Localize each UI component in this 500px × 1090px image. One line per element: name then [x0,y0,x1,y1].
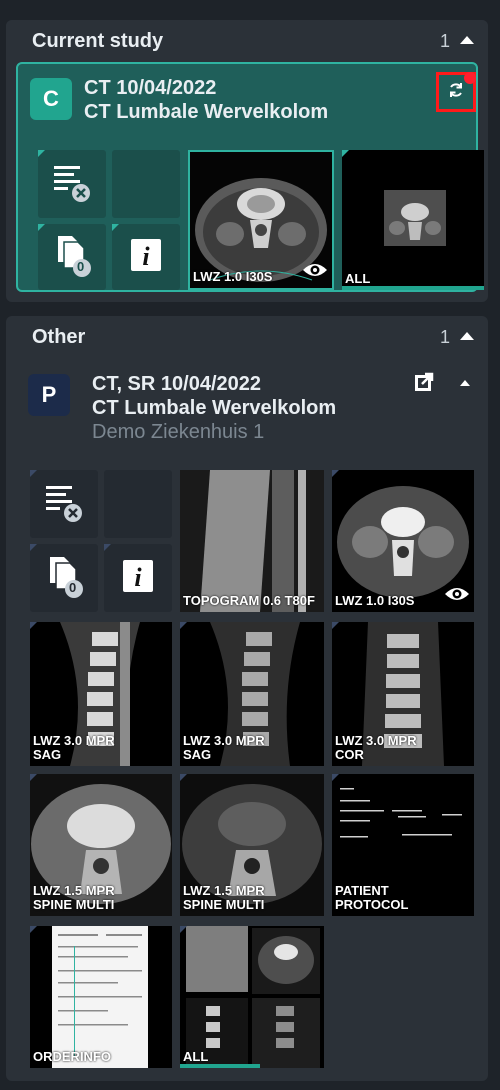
documents-icon: 0 [42,553,86,604]
documents-count: 0 [77,258,85,274]
series-thumbnail[interactable]: ORDERINFO [30,926,172,1068]
series-thumbnail[interactable]: LWZ 1.0 I30S [188,150,334,290]
eye-icon[interactable] [444,585,470,608]
series-thumbnail[interactable]: ALL [342,150,484,290]
study-avatar: C [30,78,72,120]
notification-dot [464,72,476,84]
empty-tile [112,150,180,218]
svg-text:i: i [142,242,150,271]
ct-all-image [342,150,484,290]
series-label: ALL [345,271,371,286]
documents-tile[interactable]: 0 [38,224,106,290]
report-tile[interactable] [30,470,98,538]
series-label: LWZ 1.5 MPR SPINE MULTI [183,883,265,912]
series-label: ORDERINFO [33,1049,111,1064]
info-tile[interactable]: i [104,544,172,612]
external-link-icon[interactable] [414,372,434,397]
series-label: PATIENT PROTOCOL [335,883,409,912]
other-studies-panel: Other 1 P CT, SR 10/04/2022 CT Lumbale W… [6,316,488,1081]
current-study-count: 1 [439,30,450,51]
series-thumbnail[interactable]: LWZ 1.5 MPR SPINE MULTI [180,774,324,916]
series-label: TOPOGRAM 0.6 T80F [183,593,315,608]
series-label: ALL [183,1049,209,1064]
series-label: LWZ 3.0 MPR SAG [183,733,265,762]
documents-icon: 0 [50,232,94,283]
current-study-header[interactable]: Current study 1 [6,20,488,62]
study-description: CT Lumbale Wervelkolom [92,397,337,419]
series-thumbnail[interactable]: LWZ 3.0 MPR SAG [30,622,172,766]
report-remove-icon [50,160,94,209]
report-remove-icon [42,480,86,529]
info-tile[interactable]: i [112,224,180,290]
chevron-up-icon[interactable] [460,380,470,386]
series-label: LWZ 3.0 MPR COR [335,733,417,762]
sync-button[interactable] [436,72,476,112]
chevron-up-icon[interactable] [460,36,474,44]
series-label: LWZ 1.5 MPR SPINE MULTI [33,883,115,912]
study-modality-date: CT 10/04/2022 [84,77,217,99]
series-thumbnail[interactable]: LWZ 3.0 MPR COR [332,622,474,766]
documents-count: 0 [69,579,77,595]
chevron-up-icon[interactable] [460,332,474,340]
current-study-panel: Current study 1 C CT 10/04/2022 CT Lumba… [6,20,488,302]
other-studies-header[interactable]: Other 1 [6,316,488,358]
current-study-title: Current study [32,29,164,52]
empty-tile [104,470,172,538]
series-thumbnail[interactable]: LWZ 1.5 MPR SPINE MULTI [30,774,172,916]
study-hospital: Demo Ziekenhuis 1 [92,421,265,443]
series-thumbnail[interactable]: LWZ 1.0 I30S [332,470,474,612]
series-thumbnail[interactable]: PATIENT PROTOCOL [332,774,474,916]
other-study-card[interactable]: P CT, SR 10/04/2022 CT Lumbale Wervelkol… [6,358,488,458]
study-modality-date: CT, SR 10/04/2022 [92,373,261,395]
series-label: LWZ 1.0 I30S [335,593,415,608]
series-thumbnail[interactable]: LWZ 3.0 MPR SAG [180,622,324,766]
current-study-card[interactable]: C CT 10/04/2022 CT Lumbale Wervelkolom 0… [16,62,484,292]
series-thumbnail[interactable]: TOPOGRAM 0.6 T80F [180,470,324,612]
report-tile[interactable] [38,150,106,218]
series-thumbnail[interactable]: ALL [180,926,324,1068]
svg-text:i: i [134,563,142,592]
series-label: LWZ 3.0 MPR SAG [33,733,115,762]
eye-icon[interactable] [302,261,328,284]
documents-tile[interactable]: 0 [30,544,98,612]
other-studies-count: 1 [439,326,450,347]
other-studies-title: Other [32,325,86,348]
info-icon: i [121,558,155,599]
series-label: LWZ 1.0 I30S [193,269,273,284]
info-icon: i [129,237,163,278]
study-avatar: P [28,374,70,416]
study-description: CT Lumbale Wervelkolom [84,101,329,123]
sync-icon [447,81,465,104]
